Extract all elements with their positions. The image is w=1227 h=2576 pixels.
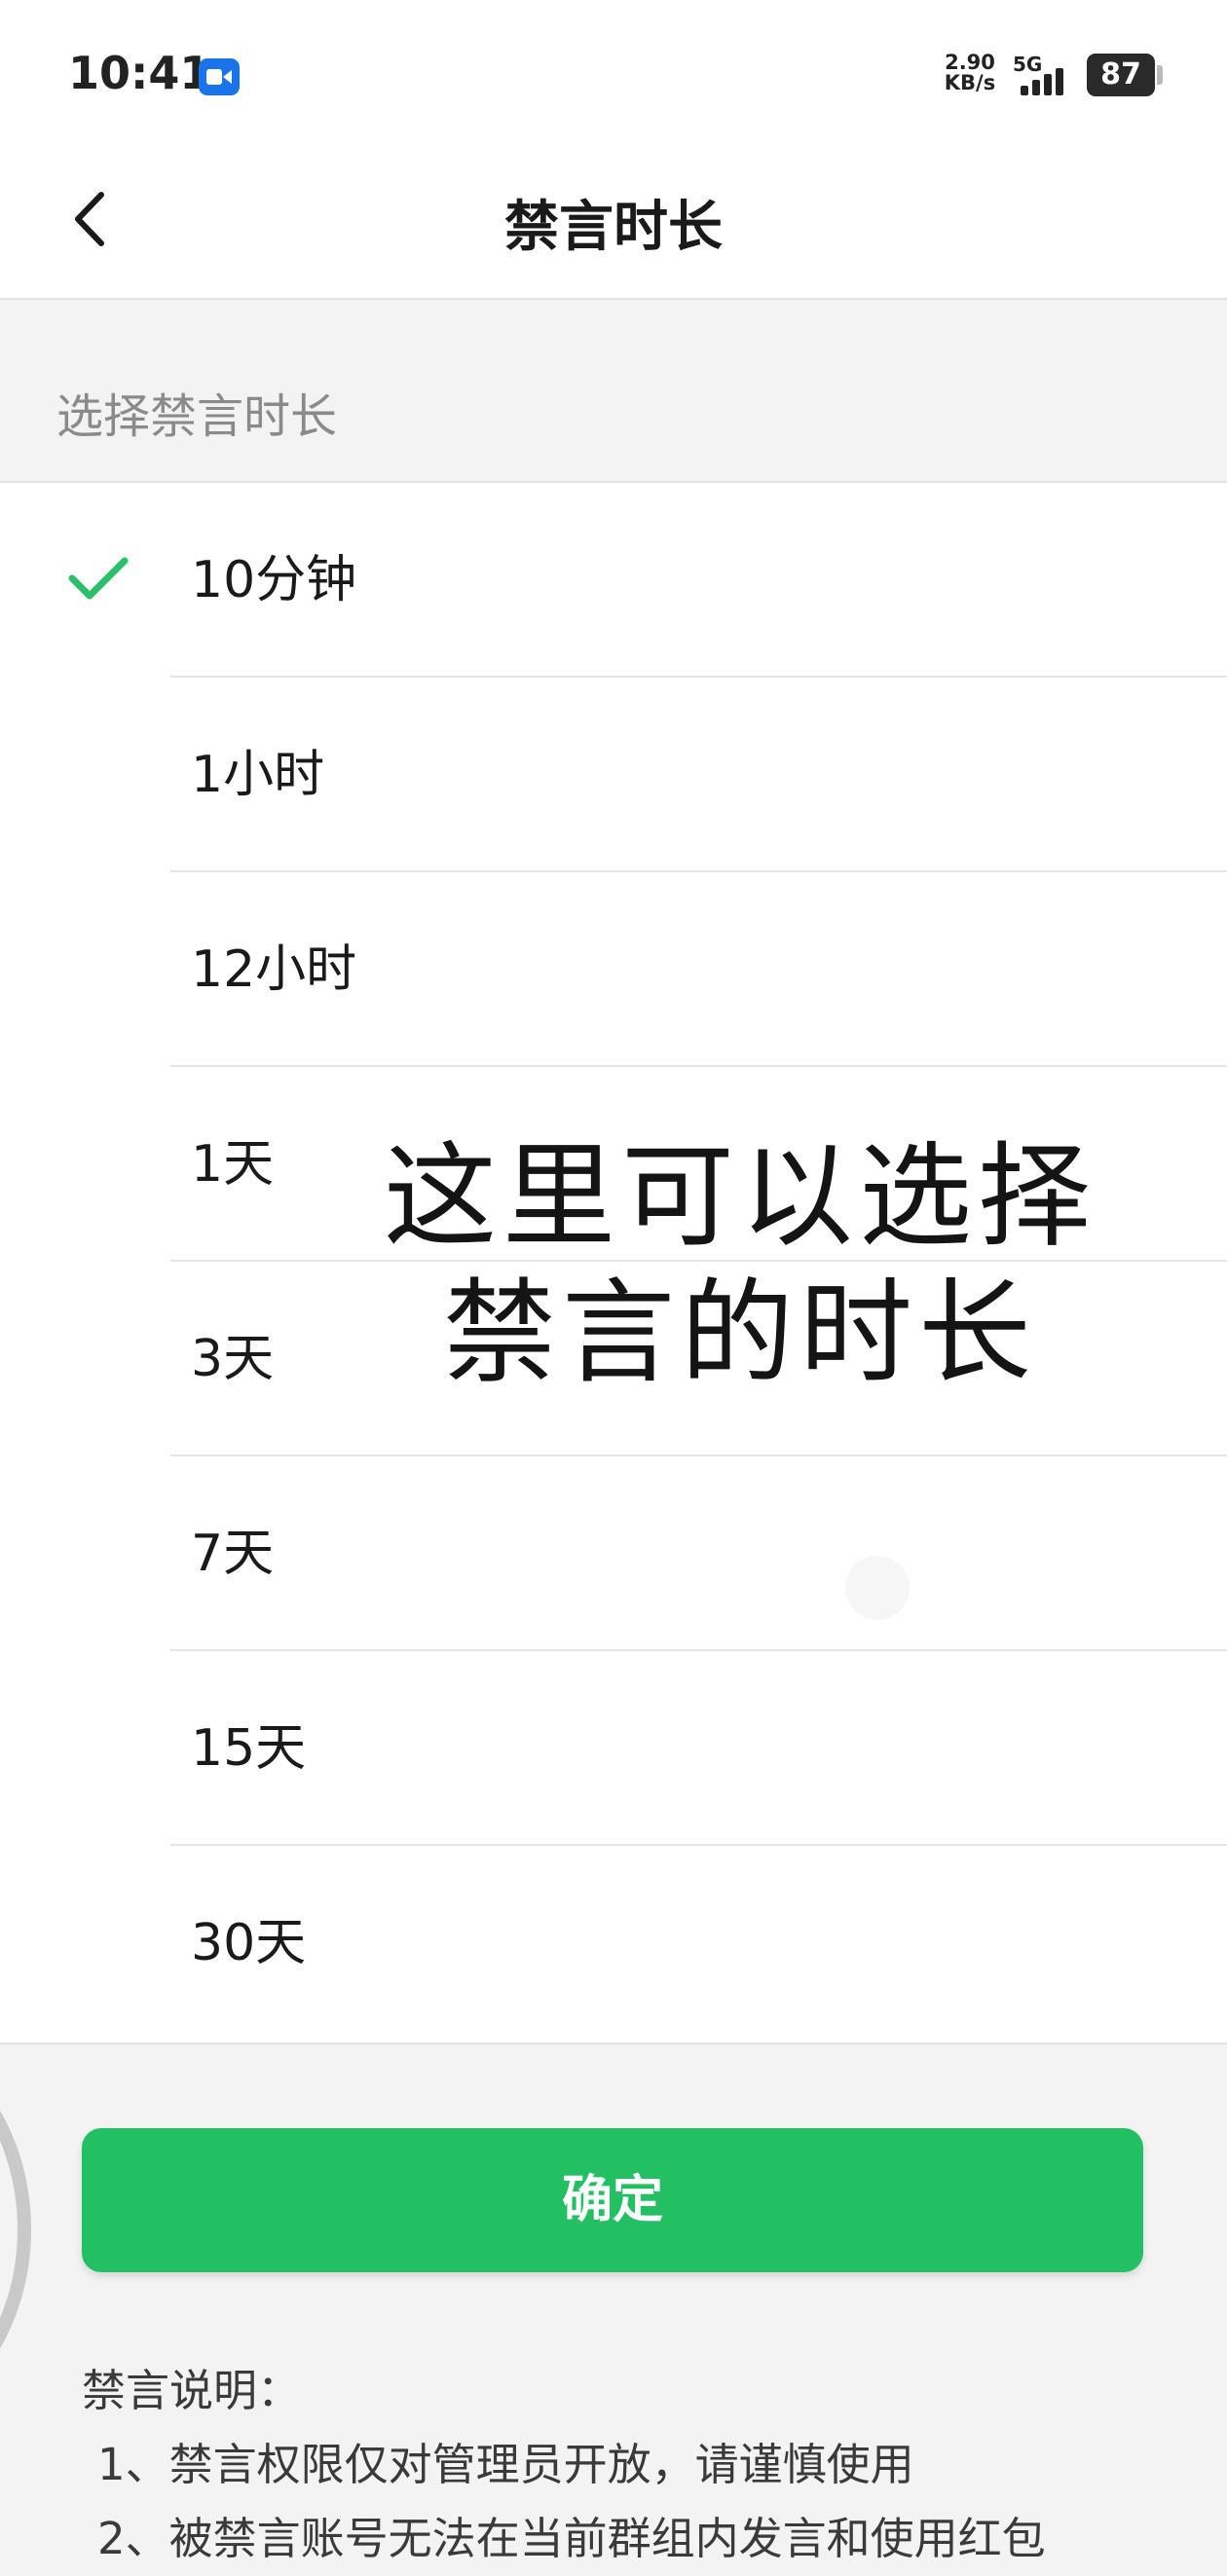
- duration-option-label: 12小时: [191, 940, 357, 999]
- network-speed-unit: KB/s: [944, 71, 996, 94]
- overlay-caption-line-1: 这里可以选择: [384, 1131, 1097, 1263]
- duration-option-label: 30天: [191, 1914, 307, 1972]
- note-item: 1、禁言权限仅对管理员开放，请谨慎使用: [97, 2439, 914, 2490]
- duration-option-label: 15天: [191, 1719, 307, 1778]
- screen-record-icon: [199, 58, 240, 95]
- duration-option-label: 1天: [191, 1135, 275, 1194]
- battery-cap: [1157, 65, 1163, 85]
- navigation-bar: 禁言时长: [0, 146, 1227, 300]
- duration-option-30days[interactable]: 30天: [0, 1846, 1227, 2041]
- duration-option-label: 1小时: [191, 746, 325, 804]
- status-bar: 10:41 2.90 KB/s 5G 87: [0, 0, 1227, 146]
- battery-icon: 87: [1087, 54, 1155, 96]
- section-header: 选择禁言时长: [56, 389, 338, 444]
- duration-option-15days[interactable]: 15天: [0, 1651, 1227, 1846]
- page-title: 禁言时长: [504, 196, 723, 259]
- mute-notes: 禁言说明： 1、禁言权限仅对管理员开放，请谨慎使用 2、被禁言账号无法在当前群组…: [82, 2354, 1172, 2576]
- overlay-caption: 这里可以选择 禁言的时长: [351, 1129, 1130, 1402]
- checkmark-icon: [68, 557, 129, 600]
- network-speed-value: 2.90: [945, 51, 995, 74]
- clock-time: 10:41: [68, 47, 211, 99]
- overlay-caption-line-2: 禁言的时长: [443, 1268, 1037, 1399]
- confirm-button[interactable]: 确定: [82, 2128, 1143, 2272]
- edge-handle-decoration: [0, 2110, 31, 2349]
- duration-option-10min[interactable]: 10分钟: [0, 483, 1227, 678]
- duration-option-label: 10分钟: [191, 551, 357, 609]
- touch-indicator: [845, 1556, 910, 1620]
- notes-title: 禁言说明：: [82, 2365, 302, 2416]
- duration-option-12hours[interactable]: 12小时: [0, 872, 1227, 1067]
- signal-strength-icon: [1017, 56, 1075, 95]
- duration-option-1hour[interactable]: 1小时: [0, 678, 1227, 872]
- duration-option-label: 3天: [191, 1330, 275, 1388]
- duration-option-7days[interactable]: 7天: [0, 1456, 1227, 1651]
- network-speed: 2.90 KB/s: [941, 53, 999, 93]
- note-item: 2、被禁言账号无法在当前群组内发言和使用红包: [97, 2513, 1046, 2564]
- duration-option-label: 7天: [191, 1525, 275, 1583]
